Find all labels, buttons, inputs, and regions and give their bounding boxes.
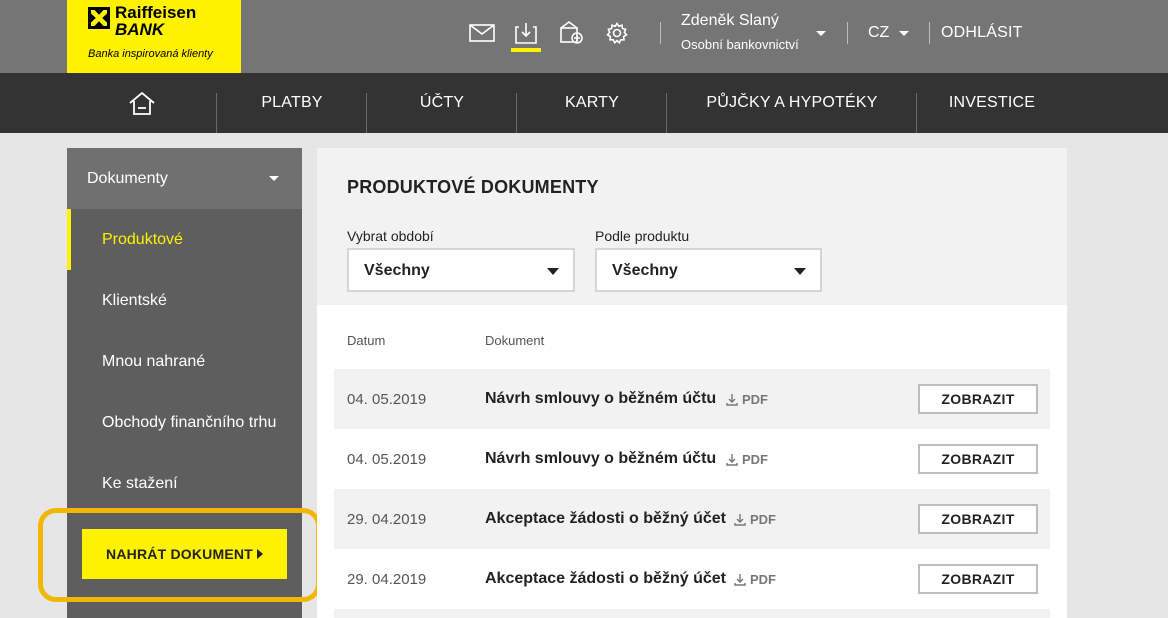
- page-title: PRODUKTOVÉ DOKUMENTY: [347, 177, 599, 197]
- raiffeisen-cross-icon: [88, 7, 110, 29]
- table-row: 29. 04.2019 Akceptace žádosti o běžný úč…: [334, 549, 1050, 609]
- user-name[interactable]: Zdeněk Slaný: [681, 12, 779, 30]
- user-role[interactable]: Osobní bankovnictví: [681, 37, 799, 52]
- chevron-down-icon[interactable]: [899, 31, 909, 36]
- logo-bank: BANK: [115, 20, 165, 39]
- row-document[interactable]: Návrh smlouvy o běžném účtu: [485, 390, 716, 408]
- row-document[interactable]: Akceptace žádosti o běžný účet: [485, 570, 726, 588]
- view-button[interactable]: ZOBRAZIT: [918, 444, 1038, 474]
- gear-icon[interactable]: [603, 20, 631, 46]
- pdf-label: PDF: [750, 512, 776, 527]
- nav-pujcky[interactable]: PŮJČKY A HYPOTÉKY: [667, 73, 917, 133]
- product-label: Podle produktu: [595, 228, 690, 244]
- download-icon: [734, 573, 746, 586]
- chevron-down-icon: [547, 268, 559, 275]
- row-document[interactable]: Návrh smlouvy o běžném účtu: [485, 450, 716, 468]
- chevron-down-icon: [794, 268, 806, 275]
- mail-icon[interactable]: [468, 20, 496, 46]
- view-button[interactable]: ZOBRAZIT: [918, 384, 1038, 414]
- nav-karty[interactable]: KARTY: [517, 73, 667, 133]
- home-icon: [129, 91, 155, 115]
- exchange-icon[interactable]: [557, 20, 585, 46]
- pdf-download-link[interactable]: PDF: [726, 392, 768, 407]
- active-icon-indicator: [511, 48, 541, 52]
- sidebar-item-label: Obchody finančního trhu: [102, 414, 277, 431]
- main-navigation: PLATBY ÚČTY KARTY PŮJČKY A HYPOTÉKY INVE…: [0, 73, 1168, 133]
- row-document[interactable]: Akceptace žádosti o běžný účet: [485, 510, 726, 528]
- row-date: 04. 05.2019: [347, 451, 427, 468]
- column-header-date: Datum: [347, 333, 386, 348]
- sidebar-item-obchody[interactable]: Obchody finančního trhu: [67, 392, 302, 453]
- sidebar-item-produktove[interactable]: Produktové: [67, 209, 302, 270]
- table-row: [334, 609, 1050, 618]
- header-divider: [929, 22, 930, 44]
- row-date: 04. 05.2019: [347, 391, 427, 408]
- logout-link[interactable]: ODHLÁSIT: [941, 24, 1023, 42]
- sidebar-item-ke-stazeni[interactable]: Ke stažení: [67, 453, 302, 514]
- download-icon: [734, 513, 746, 526]
- table-row: 04. 05.2019 Návrh smlouvy o běžném účtu …: [334, 429, 1050, 489]
- pdf-label: PDF: [742, 452, 768, 467]
- pdf-download-link[interactable]: PDF: [734, 572, 776, 587]
- nav-ucty[interactable]: ÚČTY: [367, 73, 517, 133]
- header-divider: [847, 22, 848, 44]
- pdf-download-link[interactable]: PDF: [734, 512, 776, 527]
- pdf-download-link[interactable]: PDF: [726, 452, 768, 467]
- header-divider: [660, 22, 661, 44]
- sidebar-item-label: Klientské: [102, 292, 167, 309]
- sidebar-item-label: Ke stažení: [102, 475, 178, 492]
- logo-tagline: Banka inspirovaná klienty: [88, 48, 213, 60]
- sidebar-title: Dokumenty: [87, 170, 168, 187]
- table-row: 29. 04.2019 Akceptace žádosti o běžný úč…: [334, 489, 1050, 549]
- row-date: 29. 04.2019: [347, 511, 427, 528]
- table-row: 04. 05.2019 Návrh smlouvy o běžném účtu …: [334, 369, 1050, 429]
- period-select-value: Všechny: [364, 262, 430, 279]
- download-icon[interactable]: [512, 20, 540, 46]
- period-select[interactable]: Všechny: [347, 248, 575, 292]
- top-bar: Raiffeisen BANK Banka inspirovaná klient…: [0, 0, 1168, 73]
- bank-logo[interactable]: Raiffeisen BANK Banka inspirovaná klient…: [67, 0, 241, 73]
- view-button[interactable]: ZOBRAZIT: [918, 504, 1038, 534]
- sidebar-header[interactable]: Dokumenty: [67, 148, 302, 209]
- row-date: 29. 04.2019: [347, 571, 427, 588]
- pdf-label: PDF: [742, 392, 768, 407]
- nav-home[interactable]: [67, 73, 217, 133]
- sidebar-item-label: Mnou nahrané: [102, 353, 206, 370]
- column-header-document: Dokument: [485, 333, 545, 348]
- download-icon: [726, 453, 738, 466]
- nav-investice[interactable]: INVESTICE: [917, 73, 1067, 133]
- logo-name: Raiffeisen: [115, 3, 197, 22]
- language-selector[interactable]: CZ: [868, 24, 889, 42]
- sidebar-item-label: Produktové: [102, 231, 183, 248]
- product-select-value: Všechny: [612, 262, 678, 279]
- nav-platby[interactable]: PLATBY: [217, 73, 367, 133]
- pdf-label: PDF: [750, 572, 776, 587]
- highlight-annotation: [38, 508, 321, 602]
- product-select[interactable]: Všechny: [595, 248, 822, 292]
- period-label: Vybrat období: [347, 228, 434, 244]
- sidebar-item-mnou-nahrane[interactable]: Mnou nahrané: [67, 331, 302, 392]
- chevron-down-icon[interactable]: [816, 31, 826, 36]
- download-icon: [726, 393, 738, 406]
- chevron-down-icon: [269, 176, 279, 181]
- view-button[interactable]: ZOBRAZIT: [918, 564, 1038, 594]
- sidebar-item-klientske[interactable]: Klientské: [67, 270, 302, 331]
